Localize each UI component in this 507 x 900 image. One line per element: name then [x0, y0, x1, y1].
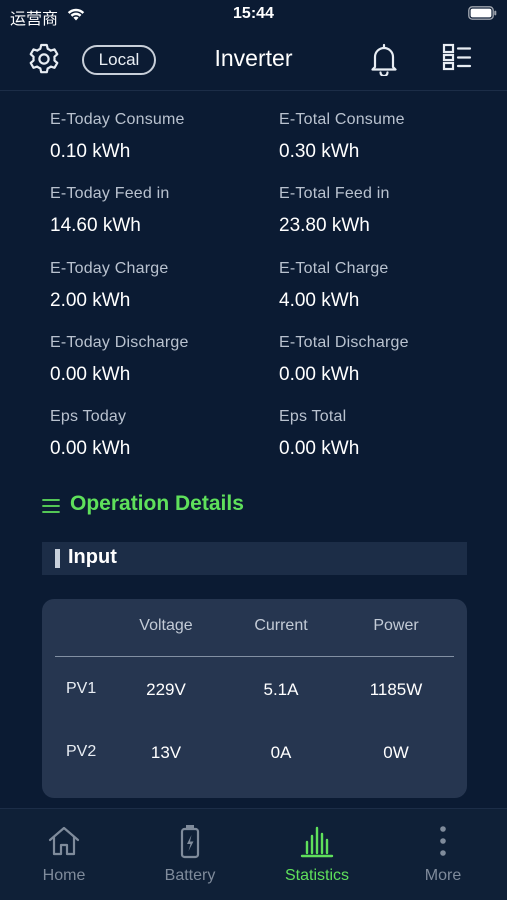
stat-label: E-Total Consume — [279, 111, 405, 128]
input-table: Voltage Current Power PV1 229V 5.1A 1185… — [42, 599, 467, 798]
header-divider — [0, 90, 507, 91]
tab-more[interactable]: More — [380, 809, 506, 900]
header: Local Inverter — [0, 30, 507, 90]
table-cell: 5.1A — [263, 680, 299, 699]
table-cell: 0W — [383, 743, 409, 762]
home-icon — [48, 826, 80, 856]
battery-status-icon — [468, 6, 497, 20]
tab-label: Home — [42, 867, 86, 884]
stat-value: 0.00 kWh — [279, 364, 360, 385]
tab-label: Statistics — [284, 867, 349, 884]
stat-eps-today: Eps Today 0.00 kWh — [50, 408, 130, 460]
stat-label: E-Today Discharge — [50, 334, 189, 351]
tab-home[interactable]: Home — [1, 809, 127, 900]
tab-label: More — [424, 867, 462, 884]
status-time: 15:44 — [233, 5, 274, 22]
stat-label: E-Total Feed in — [279, 185, 390, 202]
stat-value: 2.00 kWh — [50, 290, 131, 311]
tab-bar: Home Battery Statistics More — [0, 808, 507, 900]
table-divider — [55, 656, 454, 657]
stat-e-total-feed-in: E-Total Feed in 23.80 kWh — [279, 185, 390, 237]
row-label-pv1: PV1 — [66, 680, 97, 697]
subheading-marker — [55, 549, 60, 568]
statistics-icon — [300, 826, 334, 858]
stat-e-total-consume: E-Total Consume 0.30 kWh — [279, 111, 405, 163]
tab-label: Battery — [164, 867, 216, 884]
tab-statistics[interactable]: Statistics — [254, 809, 380, 900]
device-list-icon[interactable] — [441, 42, 473, 72]
stat-value: 0.30 kWh — [279, 141, 360, 162]
list-icon — [42, 499, 60, 513]
stat-e-today-charge: E-Today Charge 2.00 kWh — [50, 260, 168, 312]
input-subheading: Input — [42, 542, 467, 575]
inverter-screen: 运营商 15:44 Local Inverter E-Today Consume… — [0, 0, 507, 900]
stat-value: 14.60 kWh — [50, 215, 141, 236]
subheading-title: Input — [68, 546, 117, 568]
table-cell: 229V — [146, 680, 186, 699]
column-header-power: Power — [373, 617, 419, 634]
battery-icon — [180, 825, 200, 859]
stat-label: E-Today Consume — [50, 111, 185, 128]
stat-label: Eps Today — [50, 408, 127, 425]
stat-e-today-consume: E-Today Consume 0.10 kWh — [50, 111, 185, 163]
table-cell: 1185W — [369, 680, 423, 699]
row-label-pv2: PV2 — [66, 743, 97, 760]
column-header-voltage: Voltage — [139, 617, 193, 634]
more-icon — [440, 826, 446, 856]
bell-icon[interactable] — [369, 42, 399, 76]
stat-e-today-discharge: E-Today Discharge 0.00 kWh — [50, 334, 189, 386]
table-cell: 0A — [270, 743, 292, 762]
table-cell: 13V — [150, 743, 182, 762]
stat-e-total-discharge: E-Total Discharge 0.00 kWh — [279, 334, 409, 386]
section-title: Operation Details — [70, 492, 244, 515]
stat-label: E-Today Charge — [50, 260, 169, 277]
tab-battery[interactable]: Battery — [127, 809, 253, 900]
stat-value: 0.00 kWh — [50, 438, 131, 459]
stat-label: Eps Total — [279, 408, 347, 425]
page-title: Inverter — [214, 45, 293, 71]
stat-value: 0.10 kWh — [50, 141, 131, 162]
stat-label: E-Total Charge — [279, 260, 389, 277]
stat-value: 0.00 kWh — [279, 438, 360, 459]
stat-value: 23.80 kWh — [279, 215, 370, 236]
stat-label: E-Total Discharge — [279, 334, 409, 351]
column-header-current: Current — [254, 617, 308, 634]
status-bar: 运营商 15:44 — [0, 0, 507, 30]
stat-e-today-feed-in: E-Today Feed in 14.60 kWh — [50, 185, 170, 237]
stat-value: 4.00 kWh — [279, 290, 360, 311]
stat-eps-total: Eps Total 0.00 kWh — [279, 408, 359, 460]
stat-value: 0.00 kWh — [50, 364, 131, 385]
stat-e-total-charge: E-Total Charge 4.00 kWh — [279, 260, 389, 312]
stat-label: E-Today Feed in — [50, 185, 170, 202]
